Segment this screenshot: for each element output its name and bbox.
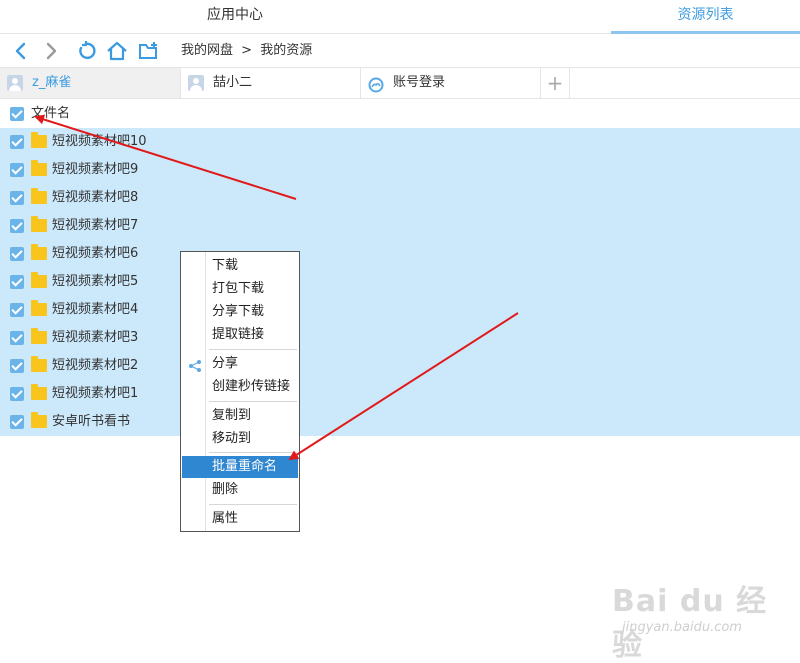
account-label: 喆小二 (213, 75, 253, 90)
account-label: z_麻雀 (32, 75, 72, 90)
file-name: 短视频素材吧4 (52, 302, 139, 317)
menu-item-delete[interactable]: 删除 (182, 479, 298, 501)
top-tab-bar: 应用中心 资源列表 (0, 0, 800, 34)
add-account-button[interactable]: + (541, 68, 570, 98)
menu-item-copy-to[interactable]: 复制到 (182, 405, 298, 427)
file-row[interactable]: 短视频素材吧6 (0, 240, 800, 268)
file-row[interactable]: 短视频素材吧8 (0, 184, 800, 212)
breadcrumb-separator: > (241, 43, 253, 58)
checkbox-icon[interactable] (10, 163, 24, 177)
file-name: 短视频素材吧3 (52, 330, 139, 345)
menu-item-share-download[interactable]: 分享下载 (182, 301, 298, 323)
user-avatar-icon (7, 75, 23, 91)
file-row[interactable]: 短视频素材吧4 (0, 296, 800, 324)
file-name: 短视频素材吧6 (52, 246, 139, 261)
menu-separator (209, 401, 297, 402)
file-name: 短视频素材吧8 (52, 190, 139, 205)
file-row[interactable]: 短视频素材吧5 (0, 268, 800, 296)
file-name: 短视频素材吧5 (52, 274, 139, 289)
folder-icon (31, 328, 47, 344)
checkbox-icon[interactable] (10, 219, 24, 233)
file-name: 安卓听书看书 (52, 414, 131, 429)
file-row[interactable]: 短视频素材吧10 (0, 128, 800, 156)
menu-separator (209, 504, 297, 505)
file-row[interactable]: 短视频素材吧2 (0, 352, 800, 380)
folder-icon (31, 272, 47, 288)
folder-icon (31, 384, 47, 400)
menu-item-properties[interactable]: 属性 (182, 508, 298, 530)
file-name: 短视频素材吧7 (52, 218, 139, 233)
refresh-icon[interactable] (74, 39, 98, 63)
list-header: 文件名 (0, 100, 800, 128)
account-tab-z-maque[interactable]: z_麻雀 (0, 68, 181, 98)
file-row[interactable]: 短视频素材吧3 (0, 324, 800, 352)
menu-item-share-label: 分享 (212, 356, 239, 371)
checkbox-icon[interactable] (10, 275, 24, 289)
user-avatar-icon (188, 75, 204, 91)
checkbox-icon[interactable] (10, 359, 24, 373)
folder-icon (31, 188, 47, 204)
toolbar: 我的网盘 > 我的资源 (0, 34, 800, 68)
folder-icon (31, 160, 47, 176)
checkbox-icon[interactable] (10, 387, 24, 401)
account-tab-zhe-xiaoer[interactable]: 喆小二 (181, 68, 361, 98)
checkbox-icon[interactable] (10, 415, 24, 429)
file-name: 短视频素材吧1 (52, 386, 139, 401)
folder-icon (31, 356, 47, 372)
checkbox-icon[interactable] (10, 303, 24, 317)
breadcrumb-current[interactable]: 我的资源 (260, 43, 312, 58)
folder-icon (31, 300, 47, 316)
menu-item-batch-rename[interactable]: 批量重命名 (182, 456, 298, 478)
menu-item-create-flash-link[interactable]: 创建秒传链接 (182, 376, 298, 398)
checkbox-icon[interactable] (10, 135, 24, 149)
menu-item-pack-download[interactable]: 打包下载 (182, 278, 298, 300)
column-filename-header[interactable]: 文件名 (31, 100, 70, 128)
menu-item-download[interactable]: 下载 (182, 255, 298, 277)
account-tab-login[interactable]: 账号登录 (361, 68, 541, 98)
file-row[interactable]: 短视频素材吧7 (0, 212, 800, 240)
folder-icon (31, 216, 47, 232)
forward-icon[interactable] (40, 39, 64, 63)
tab-app-center[interactable]: 应用中心 (130, 0, 340, 34)
checkbox-icon[interactable] (10, 247, 24, 261)
cloud-icon (367, 75, 385, 93)
menu-separator (209, 452, 297, 453)
checkbox-icon[interactable] (10, 191, 24, 205)
share-icon (188, 358, 202, 372)
menu-item-extract-link[interactable]: 提取链接 (182, 324, 298, 346)
breadcrumb-root[interactable]: 我的网盘 (181, 43, 233, 58)
folder-icon (31, 132, 47, 148)
tab-resource-list[interactable]: 资源列表 (611, 0, 800, 34)
menu-separator (209, 349, 297, 350)
folder-icon (31, 412, 47, 428)
menu-item-move-to[interactable]: 移动到 (182, 428, 298, 450)
back-icon[interactable] (8, 39, 32, 63)
file-row[interactable]: 短视频素材吧1 (0, 380, 800, 408)
file-name: 短视频素材吧2 (52, 358, 139, 373)
file-row[interactable]: 安卓听书看书 (0, 408, 800, 436)
context-menu: 下载 打包下载 分享下载 提取链接 分享 创建秒传链接 复制到 移动到 批量重命… (180, 251, 300, 532)
file-row[interactable]: 短视频素材吧9 (0, 156, 800, 184)
account-label: 账号登录 (393, 75, 446, 90)
breadcrumb: 我的网盘 > 我的资源 (181, 34, 316, 68)
checkbox-icon[interactable] (10, 331, 24, 345)
file-list: 短视频素材吧10 短视频素材吧9 短视频素材吧8 短视频素材吧7 短视频素材吧6… (0, 128, 800, 436)
file-name: 短视频素材吧10 (52, 134, 147, 149)
account-tabs: z_麻雀 喆小二 账号登录 + (0, 68, 800, 99)
file-name: 短视频素材吧9 (52, 162, 139, 177)
home-icon[interactable] (105, 39, 129, 63)
select-all-checkbox[interactable] (10, 107, 24, 121)
watermark: Bai du 经验 jingyan.baidu.com (612, 576, 772, 663)
new-folder-icon[interactable] (137, 39, 161, 63)
menu-item-share[interactable]: 分享 (182, 353, 298, 375)
folder-icon (31, 244, 47, 260)
watermark-url: jingyan.baidu.com (622, 620, 742, 635)
